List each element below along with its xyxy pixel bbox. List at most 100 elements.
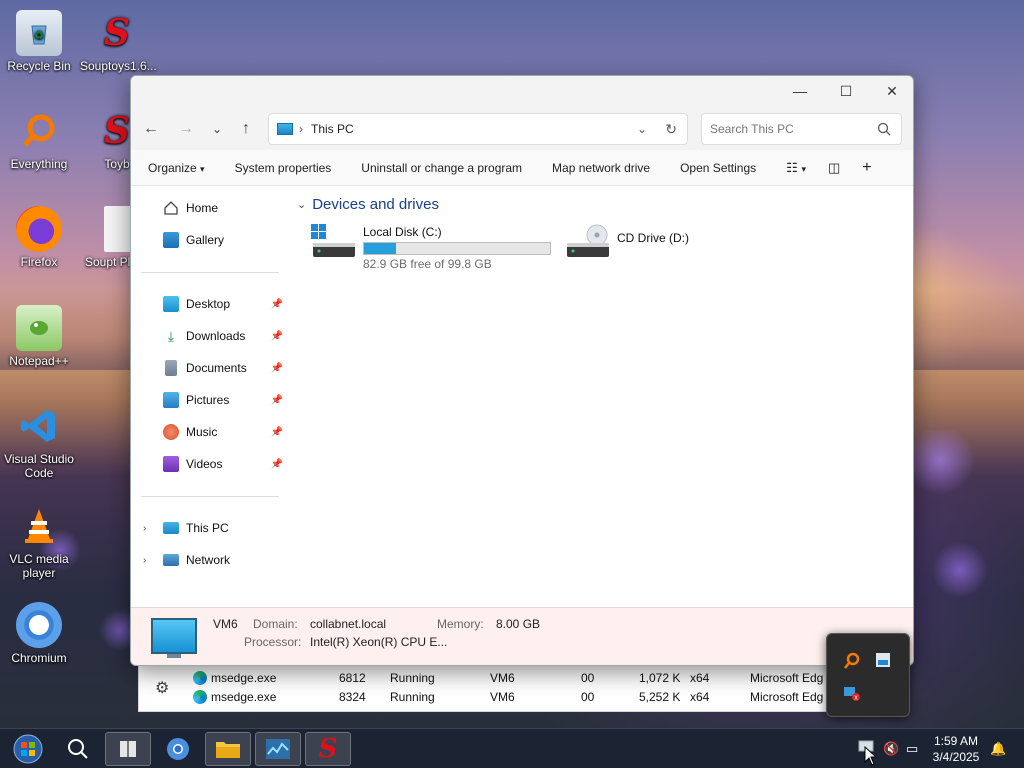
desktop-icon-everything[interactable]: Everything xyxy=(2,108,76,171)
group-header[interactable]: ⌄ Devices and drives xyxy=(297,196,439,213)
drive-item-c[interactable]: Local Disk (C:) 82.9 GB free of 99.8 GB xyxy=(311,223,551,271)
desktop-folder-icon xyxy=(163,296,179,312)
start-button[interactable] xyxy=(5,732,51,766)
up-arrow-icon[interactable]: ↑ xyxy=(233,116,259,142)
videos-icon xyxy=(163,456,179,472)
sidebar-item-home[interactable]: Home xyxy=(163,196,289,220)
minimize-button[interactable]: — xyxy=(777,76,823,106)
computer-monitor-icon xyxy=(151,618,197,654)
drive-usage-fill xyxy=(364,243,396,254)
chromium-icon xyxy=(16,602,62,648)
desktop-icon-label: Firefox xyxy=(20,255,58,269)
magnifier-icon xyxy=(16,108,62,154)
table-row[interactable]: msedge.exe 6812 Running VM6 00 1,072 K x… xyxy=(139,669,911,688)
breadcrumb-chevron-icon: › xyxy=(299,122,303,136)
processor-value: Intel(R) Xeon(R) CPU E... xyxy=(310,635,448,649)
sidebar-item-this-pc[interactable]: This PC xyxy=(163,516,289,540)
forward-arrow-icon[interactable]: → xyxy=(173,116,199,142)
sidebar-item-network[interactable]: Network xyxy=(163,548,289,572)
pin-icon[interactable]: 📌 xyxy=(271,395,283,406)
monitor-tray-icon[interactable] xyxy=(875,652,891,668)
desktop-icon-recycle-bin[interactable]: ♻ Recycle Bin xyxy=(2,10,76,73)
title-bar[interactable]: — ☐ ✕ xyxy=(131,76,913,106)
sidebar-item-label: Desktop xyxy=(186,297,231,311)
details-pane-icon[interactable]: ◫ xyxy=(828,160,840,176)
expand-chevron-icon[interactable]: › xyxy=(143,523,146,534)
sidebar-item-music[interactable]: Music 📌 xyxy=(163,420,289,444)
recent-locations-chevron-icon[interactable]: ⌄ xyxy=(204,116,230,142)
notification-bell-icon[interactable]: 🔔 xyxy=(990,741,1006,757)
drive-name: CD Drive (D:) xyxy=(617,231,689,245)
domain-label: Domain: xyxy=(253,617,298,631)
process-pid: 6812 xyxy=(339,671,366,685)
view-options-icon[interactable]: ☷ ▾ xyxy=(786,160,806,176)
breadcrumb[interactable]: This PC xyxy=(311,122,354,136)
sidebar-item-videos[interactable]: Videos 📌 xyxy=(163,452,289,476)
map-network-drive-button[interactable]: Map network drive xyxy=(552,161,650,175)
sidebar-item-label: Videos xyxy=(186,457,223,471)
expand-chevron-icon[interactable]: › xyxy=(143,555,146,566)
svg-text:♻: ♻ xyxy=(34,30,44,42)
organize-button[interactable]: Organize ▾ xyxy=(148,161,205,175)
mouse-cursor-icon xyxy=(864,746,878,766)
desktop-icon-vscode[interactable]: Visual Studio Code xyxy=(2,403,76,480)
everything-tray-icon[interactable] xyxy=(843,652,861,670)
taskbar-chromium-button[interactable] xyxy=(155,732,201,766)
network-error-tray-icon[interactable]: x xyxy=(843,684,861,702)
process-description: Microsoft Edg xyxy=(750,690,824,704)
download-arrow-icon: ⤓ xyxy=(167,328,175,344)
table-row[interactable]: msedge.exe 8324 Running VM6 00 5,252 K x… xyxy=(139,688,911,707)
taskbar-resource-monitor-button[interactable] xyxy=(255,732,301,766)
network-icon xyxy=(163,554,179,566)
back-arrow-icon[interactable]: ← xyxy=(138,116,164,142)
organize-label: Organize xyxy=(148,160,197,175)
open-settings-button[interactable]: Open Settings xyxy=(680,161,756,175)
drive-item-d[interactable]: CD Drive (D:) xyxy=(565,223,689,259)
desktop-icon-vlc[interactable]: VLC media player xyxy=(2,503,76,580)
sidebar-item-documents[interactable]: Documents 📌 xyxy=(163,356,289,380)
main-content: ⌄ Devices and drives Local Disk (C:) 82.… xyxy=(291,186,913,607)
desktop-icon-chromium[interactable]: Chromium xyxy=(2,602,76,665)
edge-icon xyxy=(193,690,207,704)
sidebar-divider xyxy=(141,272,279,273)
pin-icon[interactable]: 📌 xyxy=(271,363,283,374)
file-explorer-window[interactable]: — ☐ ✕ ← → ⌄ ↑ › This PC ⌄ ↻ Search This … xyxy=(130,75,914,666)
sidebar-item-gallery[interactable]: Gallery xyxy=(163,228,289,252)
address-bar[interactable]: › This PC ⌄ ↻ xyxy=(268,113,688,145)
pin-icon[interactable]: 📌 xyxy=(271,459,283,470)
add-icon[interactable]: + xyxy=(862,159,871,177)
desktop-icon-firefox[interactable]: Firefox xyxy=(2,206,76,269)
sidebar-item-label: This PC xyxy=(186,521,229,535)
clock-date: 3/4/2025 xyxy=(932,750,980,764)
cd-drive-icon xyxy=(565,223,609,259)
vlc-cone-icon xyxy=(16,503,62,549)
system-properties-button[interactable]: System properties xyxy=(235,161,332,175)
sidebar-item-downloads[interactable]: ⤓ Downloads 📌 xyxy=(163,324,289,348)
system-clock[interactable]: 1:59 AM 3/4/2025 xyxy=(928,733,984,765)
memory-value: 8.00 GB xyxy=(496,617,541,631)
taskbar-task-manager-button[interactable] xyxy=(105,732,151,766)
close-button[interactable]: ✕ xyxy=(869,76,913,106)
tray-overflow-flyout: x xyxy=(826,633,910,717)
uninstall-program-button[interactable]: Uninstall or change a program xyxy=(361,161,522,175)
desktop-icon-label: Recycle Bin xyxy=(7,59,71,73)
taskbar-file-explorer-button[interactable] xyxy=(205,732,251,766)
maximize-button[interactable]: ☐ xyxy=(823,76,869,106)
desktop-icon-notepadpp[interactable]: Notepad++ xyxy=(2,305,76,368)
sidebar-item-pictures[interactable]: Pictures 📌 xyxy=(163,388,289,412)
address-dropdown-chevron-icon[interactable]: ⌄ xyxy=(637,122,647,136)
this-pc-icon xyxy=(163,522,179,534)
sidebar-item-desktop[interactable]: Desktop 📌 xyxy=(163,292,289,316)
pin-icon[interactable]: 📌 xyxy=(271,299,283,310)
taskbar-search-button[interactable] xyxy=(55,732,101,766)
search-input[interactable]: Search This PC xyxy=(701,113,902,145)
refresh-icon[interactable]: ↻ xyxy=(665,121,677,138)
volume-muted-icon[interactable]: 🔇 xyxy=(883,741,899,757)
taskbar-souptoys-button[interactable]: S xyxy=(305,732,351,766)
desktop-icon-souptoys[interactable]: S Souptoys1.6... xyxy=(80,10,157,73)
music-icon xyxy=(163,424,179,440)
home-icon xyxy=(163,200,179,216)
network-icon[interactable]: ▭ xyxy=(906,741,918,757)
pin-icon[interactable]: 📌 xyxy=(271,331,283,342)
pin-icon[interactable]: 📌 xyxy=(271,427,283,438)
